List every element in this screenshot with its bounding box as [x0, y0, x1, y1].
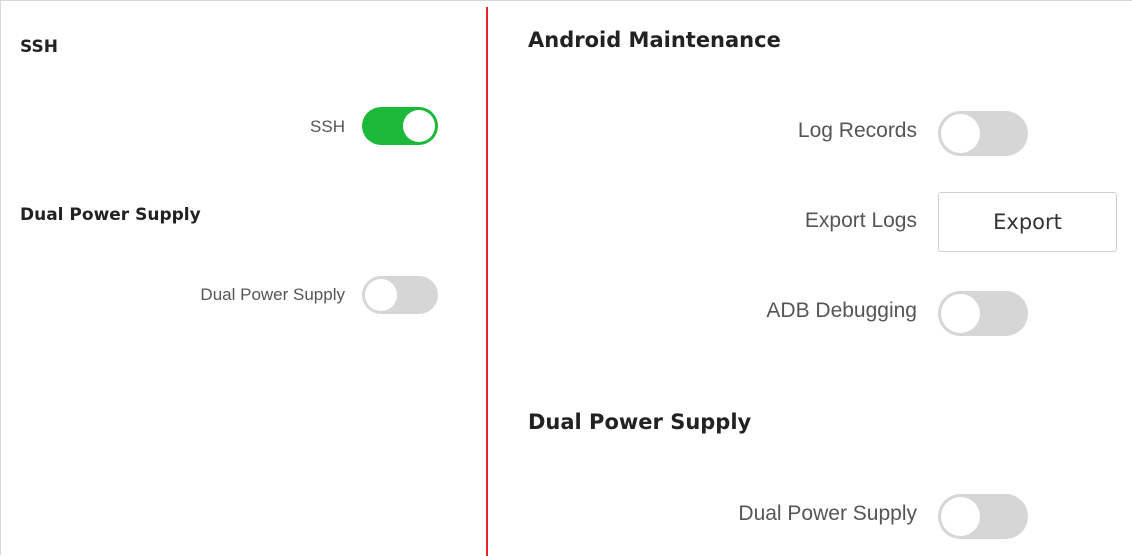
- export-logs-label: Export Logs: [804, 209, 917, 232]
- log-records-label: Log Records: [797, 119, 917, 142]
- toggle-knob: [941, 114, 980, 153]
- ssh-label: SSH: [310, 117, 345, 136]
- toggle-knob: [365, 279, 397, 311]
- ssh-section-title: SSH: [20, 37, 58, 57]
- toggle-knob: [403, 110, 435, 142]
- dual-power-section-title: Dual Power Supply: [20, 205, 201, 225]
- toggle-knob: [941, 497, 980, 536]
- dual-power-toggle-right[interactable]: [938, 494, 1028, 539]
- adb-debugging-label: ADB Debugging: [766, 299, 917, 322]
- dual-power-section-title-right: Dual Power Supply: [528, 410, 752, 434]
- dual-power-label: Dual Power Supply: [200, 285, 345, 304]
- toggle-knob: [941, 294, 980, 333]
- dual-power-toggle[interactable]: [362, 276, 438, 314]
- dual-power-label-right: Dual Power Supply: [738, 502, 917, 525]
- log-records-toggle[interactable]: [938, 111, 1028, 156]
- panel-divider: [486, 7, 488, 556]
- android-maintenance-title: Android Maintenance: [528, 28, 781, 52]
- adb-debugging-toggle[interactable]: [938, 291, 1028, 336]
- export-button[interactable]: Export: [938, 192, 1117, 252]
- ssh-toggle[interactable]: [362, 107, 438, 145]
